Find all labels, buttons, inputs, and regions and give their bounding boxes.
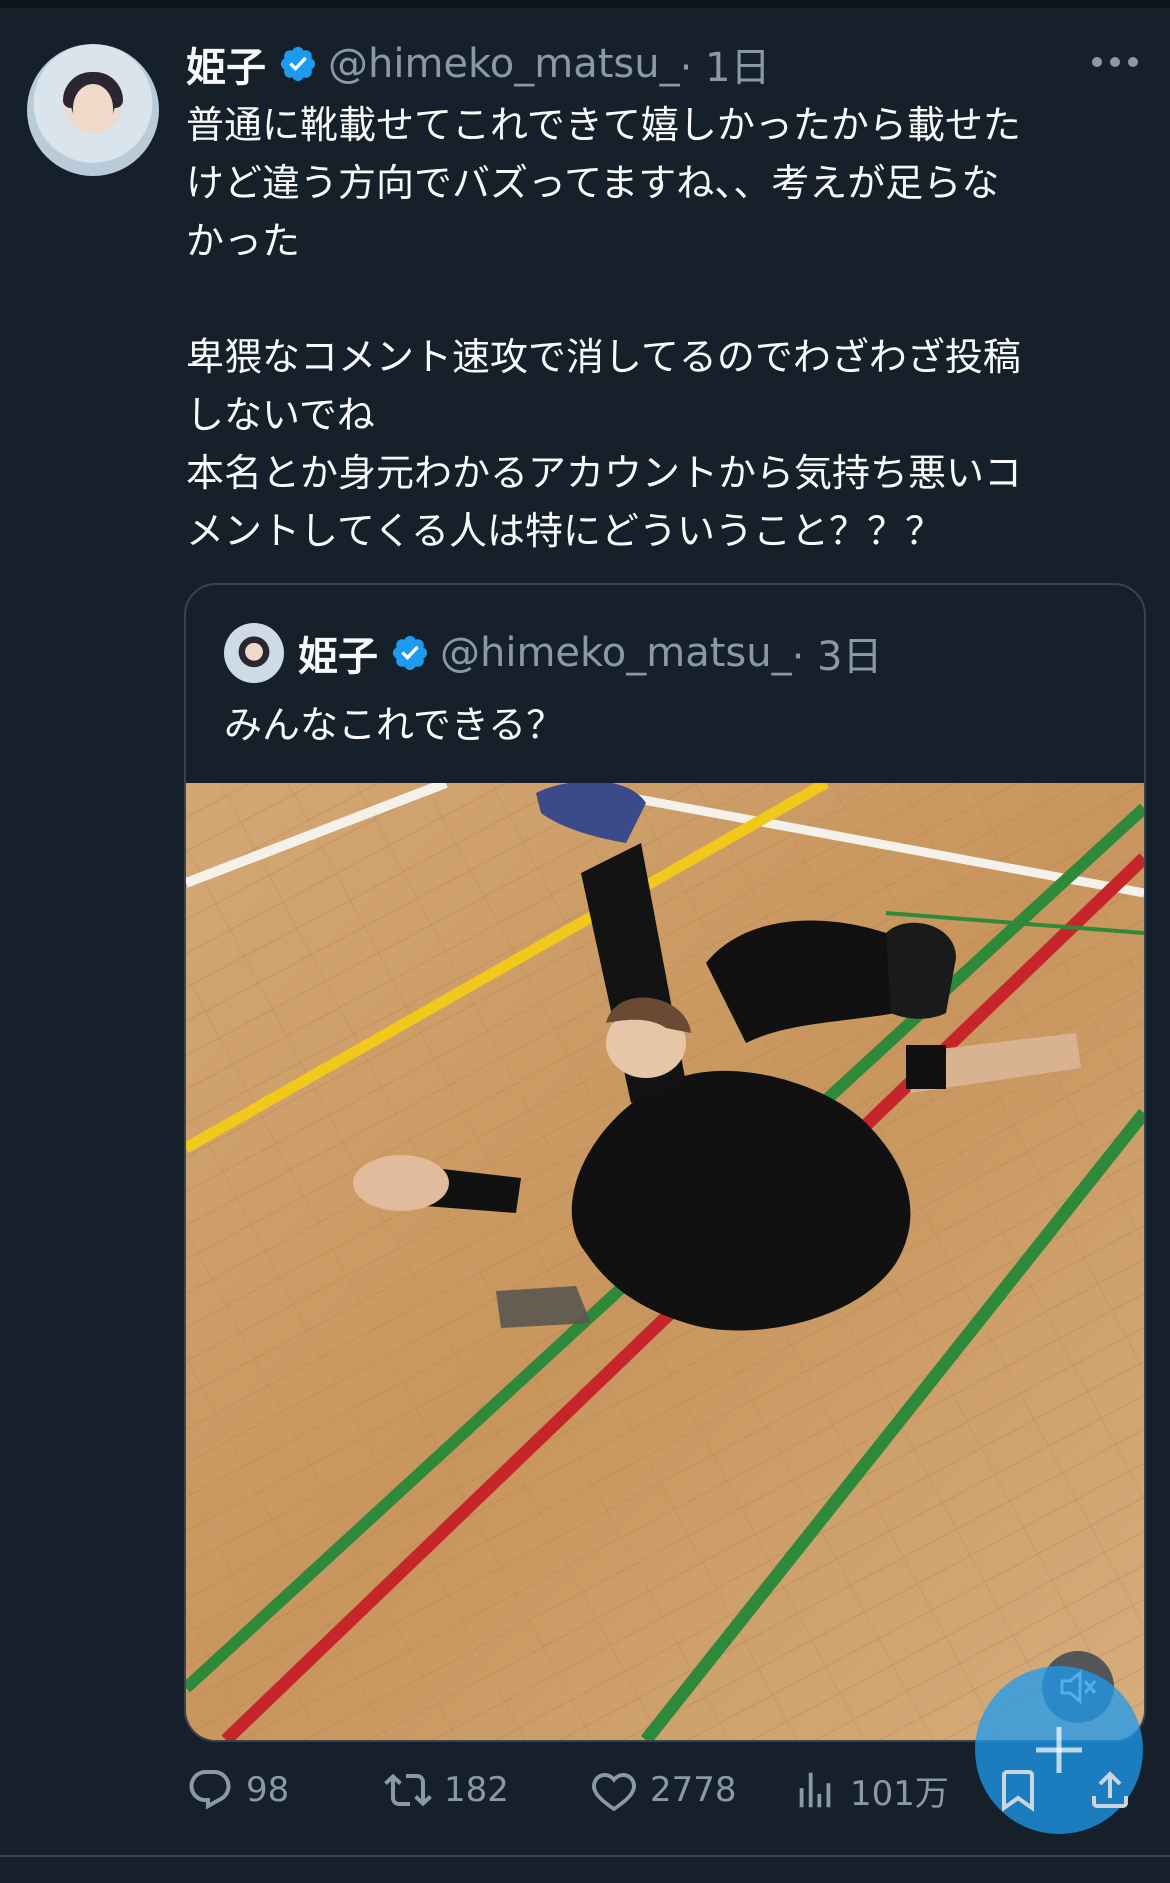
tweet-text: 普通に靴載せてこれできて嬉しかったから載せた けど違う方向でバズってますね、、考… [186, 96, 1126, 560]
quoted-author-handle: @himeko_matsu_ [440, 630, 792, 676]
views-icon [799, 1772, 831, 1808]
like-count: 2778 [650, 1770, 737, 1810]
author-name[interactable]: 姫子 [186, 35, 266, 93]
video-thumbnail[interactable] [186, 783, 1144, 1740]
bookmark-button[interactable] [994, 1762, 1042, 1818]
quoted-author-name: 姫子 [298, 634, 378, 680]
bookmark-icon [1002, 1770, 1034, 1812]
quoted-tweet[interactable]: 姫子 @himeko_matsu_ · 3日 みんなこれできる？ [184, 583, 1146, 1742]
author-avatar[interactable] [27, 44, 159, 176]
reply-button[interactable]: 98 [186, 1762, 289, 1818]
tweet-text-line: 卑猥なコメント速攻で消してるのでわざわざ投稿 [186, 335, 1021, 379]
share-button[interactable] [1086, 1762, 1134, 1818]
author-handle[interactable]: @himeko_matsu_ [328, 41, 680, 87]
quoted-author-avatar [224, 623, 284, 683]
reply-icon [189, 1770, 231, 1810]
tweet-text-line: けど違う方向でバズってますね、、考えが足らな [186, 161, 1000, 205]
verified-badge-icon [390, 633, 430, 673]
bottom-divider [0, 1855, 1170, 1857]
reply-count: 98 [246, 1770, 290, 1810]
tweet-text-line [186, 270, 1126, 328]
tweet-time[interactable]: · 1日 [680, 35, 771, 93]
retweet-count: 182 [444, 1770, 509, 1810]
retweet-icon [384, 1773, 432, 1807]
verified-badge-icon [278, 44, 318, 84]
share-icon [1092, 1771, 1128, 1808]
quoted-tweet-header: 姫子 @himeko_matsu_ · 3日 [298, 623, 883, 683]
views-count: 101万 [850, 1773, 949, 1814]
quoted-tweet-time: · 3日 [791, 634, 883, 680]
top-divider [0, 0, 1170, 8]
tweet-text-line: かった [186, 219, 301, 263]
tweet-text-line: 本名とか身元わかるアカウントから気持ち悪いコ [186, 451, 1023, 495]
like-icon [592, 1772, 636, 1812]
tweet-header: 姫子 @himeko_matsu_ · 1日 [186, 36, 771, 92]
quoted-tweet-text: みんなこれできる？ [224, 703, 565, 747]
more-icon[interactable] [1092, 44, 1138, 80]
tweet-text-line: メントしてくる人は特にどういうこと？？？ [186, 509, 943, 553]
tweet-text-line: しないでね [186, 393, 375, 437]
tweet-actions: 98 182 2778 101万 [186, 1762, 1146, 1818]
views-button[interactable]: 101万 [792, 1762, 949, 1818]
tweet-text-line: 普通に靴載せてこれできて嬉しかったから載せた [186, 103, 1021, 147]
retweet-button[interactable]: 182 [384, 1762, 509, 1818]
like-button[interactable]: 2778 [590, 1762, 737, 1818]
